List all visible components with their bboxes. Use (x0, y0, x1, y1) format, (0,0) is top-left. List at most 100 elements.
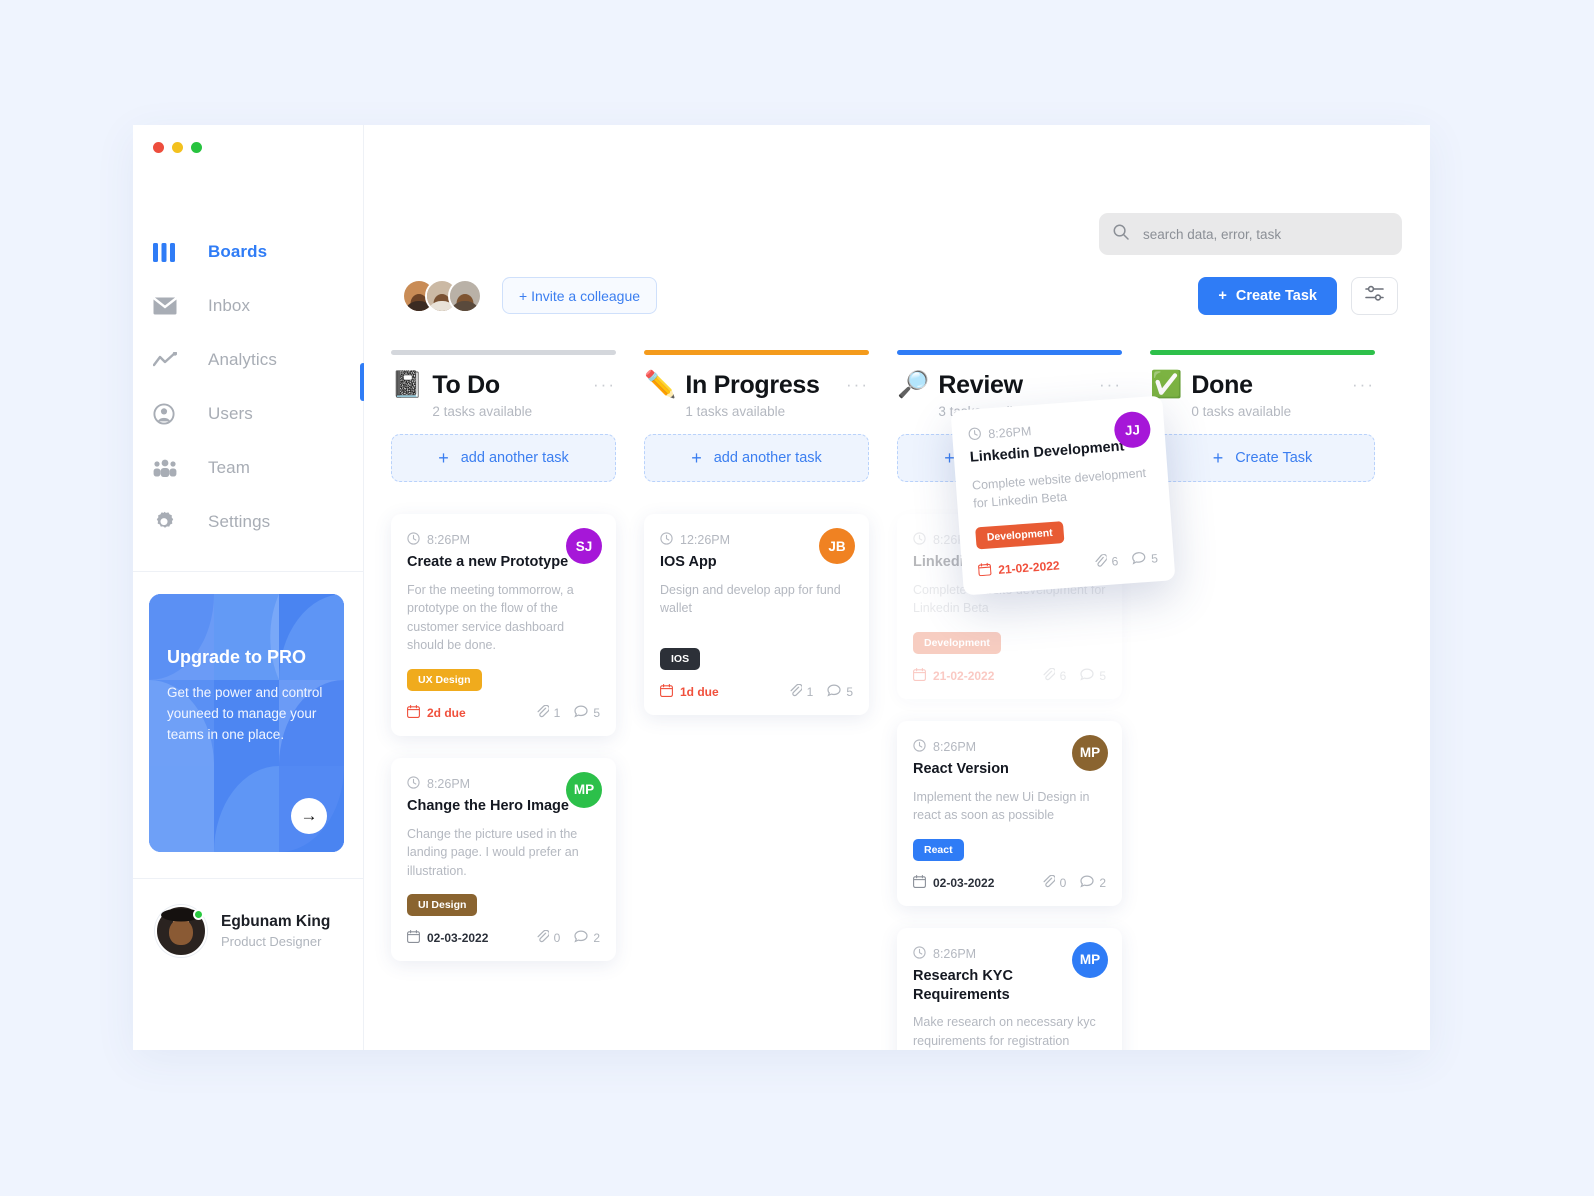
paperclip-icon (1042, 874, 1056, 891)
comment-value: 5 (1099, 668, 1106, 683)
card-time: 12:26PM (680, 533, 731, 547)
create-task-button[interactable]: + Create Task (1198, 277, 1337, 315)
upgrade-to-pro-card[interactable]: Upgrade to PRO Get the power and control… (149, 594, 344, 852)
comment-icon (1132, 551, 1147, 568)
card-time: 8:26PM (987, 424, 1032, 442)
card-due-date: 21-02-2022 (978, 557, 1060, 579)
card-tag: UX Design (407, 668, 482, 691)
card-assignee-avatar[interactable]: MP (1072, 734, 1108, 771)
settings-icon (153, 509, 183, 535)
card-assignee-avatar[interactable]: SJ (566, 528, 602, 564)
avatar (155, 905, 207, 957)
calendar-icon (407, 704, 420, 721)
board-column-done: ✅ Done 0 tasks available ··· + Create Ta… (1150, 350, 1403, 1050)
comment-icon (827, 684, 841, 700)
comment-value: 5 (1150, 551, 1159, 566)
calendar-icon (913, 667, 926, 684)
column-color-bar (391, 350, 616, 355)
column-title: Review (938, 371, 1023, 399)
collaborator-avatars (402, 278, 482, 313)
column-title: Done (1191, 371, 1253, 399)
card-assignee-avatar[interactable]: MP (566, 771, 602, 808)
paperclip-icon (1093, 553, 1108, 571)
sidebar-item-settings[interactable]: Settings (133, 495, 363, 549)
column-task-count: 0 tasks available (1191, 404, 1292, 419)
add-task-button[interactable]: + add another task (644, 434, 869, 482)
create-task-button-done[interactable]: + Create Task (1150, 434, 1375, 482)
card-assignee-avatar[interactable]: JB (819, 528, 855, 564)
add-task-button[interactable]: + add another task (391, 434, 616, 482)
task-card[interactable]: 12:26PM IOS App Design and develop app f… (644, 514, 869, 715)
upgrade-title: Upgrade to PRO (167, 647, 307, 667)
user-profile[interactable]: Egbunam King Product Designer (133, 879, 363, 957)
sidebar-item-users[interactable]: Users (133, 387, 363, 441)
sidebar-item-analytics[interactable]: Analytics (133, 333, 363, 387)
attachment-count: 1 (536, 704, 560, 721)
task-card[interactable]: 8:26PM Create a new Prototype For the me… (391, 514, 616, 736)
due-label: 02-03-2022 (427, 931, 489, 946)
card-description: Make research on necessary kyc requireme… (913, 1015, 1096, 1048)
comment-count: 5 (574, 705, 600, 721)
plus-icon: + (691, 447, 702, 468)
card-due-date: 2d due (407, 704, 466, 721)
online-status-dot (193, 909, 204, 920)
task-card[interactable]: 8:26PM Change the Hero Image Change the … (391, 757, 616, 962)
task-card[interactable]: 8:26PM React Version Implement the new U… (897, 720, 1122, 906)
calendar-icon (913, 874, 926, 891)
inbox-icon (153, 293, 183, 319)
attachment-count: 6 (1093, 553, 1119, 571)
attachment-value: 6 (1111, 553, 1119, 569)
card-assignee-avatar[interactable]: MP (1072, 941, 1108, 978)
sidebar-item-label: Boards (208, 242, 268, 261)
upgrade-arrow-button[interactable]: → (291, 798, 327, 834)
column-color-bar (897, 350, 1122, 355)
minimize-window-button[interactable] (172, 142, 183, 153)
card-description: Design and develop app for fund wallet (660, 582, 841, 616)
plus-icon: + (1212, 447, 1224, 468)
attachment-value: 6 (1059, 668, 1067, 683)
card-due-date: 1d due (660, 683, 719, 700)
column-color-bar (1150, 350, 1375, 355)
card-tag: IOS (660, 647, 701, 670)
card-title: Research KYC Requirements (913, 967, 1013, 1003)
upgrade-subtitle: Get the power and control youneed to man… (167, 685, 323, 742)
attachment-value: 0 (1059, 875, 1067, 890)
attachment-value: 0 (553, 931, 561, 946)
column-task-count: 1 tasks available (685, 404, 786, 419)
filter-button[interactable] (1351, 277, 1398, 315)
clock-icon (407, 776, 420, 792)
clock-icon (913, 739, 926, 755)
add-task-label: add another task (713, 450, 822, 466)
maximize-window-button[interactable] (191, 142, 202, 153)
board-column-in-progress: ✏️ In Progress 1 tasks available ··· + a… (644, 350, 897, 1050)
collaborator-avatar[interactable] (448, 278, 482, 313)
clock-icon (968, 427, 982, 444)
pencil-icon: ✏️ (644, 369, 677, 399)
users-icon (153, 401, 183, 427)
user-name: Egbunam King (221, 913, 331, 930)
sidebar-item-team[interactable]: Team (133, 441, 363, 495)
search-input[interactable]: search data, error, task (1099, 213, 1402, 255)
sidebar-item-inbox[interactable]: Inbox (133, 279, 363, 333)
sidebar-item-label: Analytics (208, 350, 277, 369)
paperclip-icon (536, 929, 550, 946)
invite-colleague-button[interactable]: + Invite a colleague (502, 277, 658, 314)
create-task-label: Create Task (1235, 288, 1317, 304)
close-window-button[interactable] (153, 142, 164, 153)
kanban-board: 📓 To Do 2 tasks available ··· + add anot… (391, 350, 1430, 1050)
boards-icon (153, 239, 183, 265)
sidebar-nav: Boards Inbox Analytics Users Team Settin… (133, 225, 363, 549)
sidebar: Boards Inbox Analytics Users Team Settin… (133, 125, 366, 1050)
card-description: Change the picture used in the landing p… (407, 826, 579, 878)
comment-icon (574, 930, 588, 946)
attachment-count: 0 (536, 929, 561, 946)
card-time: 8:26PM (427, 776, 471, 791)
task-card[interactable]: 8:26PM Research KYC Requirements Make re… (897, 927, 1122, 1050)
column-cards: 8:26PM Create a new Prototype For the me… (391, 514, 616, 962)
dragging-task-card[interactable]: 8:26PM Linkedin Development Complete web… (950, 395, 1176, 596)
sidebar-item-boards[interactable]: Boards (133, 225, 363, 279)
comment-count: 5 (827, 684, 853, 700)
team-icon (153, 455, 183, 481)
due-label: 21-02-2022 (997, 558, 1061, 577)
comment-count: 2 (574, 930, 600, 946)
